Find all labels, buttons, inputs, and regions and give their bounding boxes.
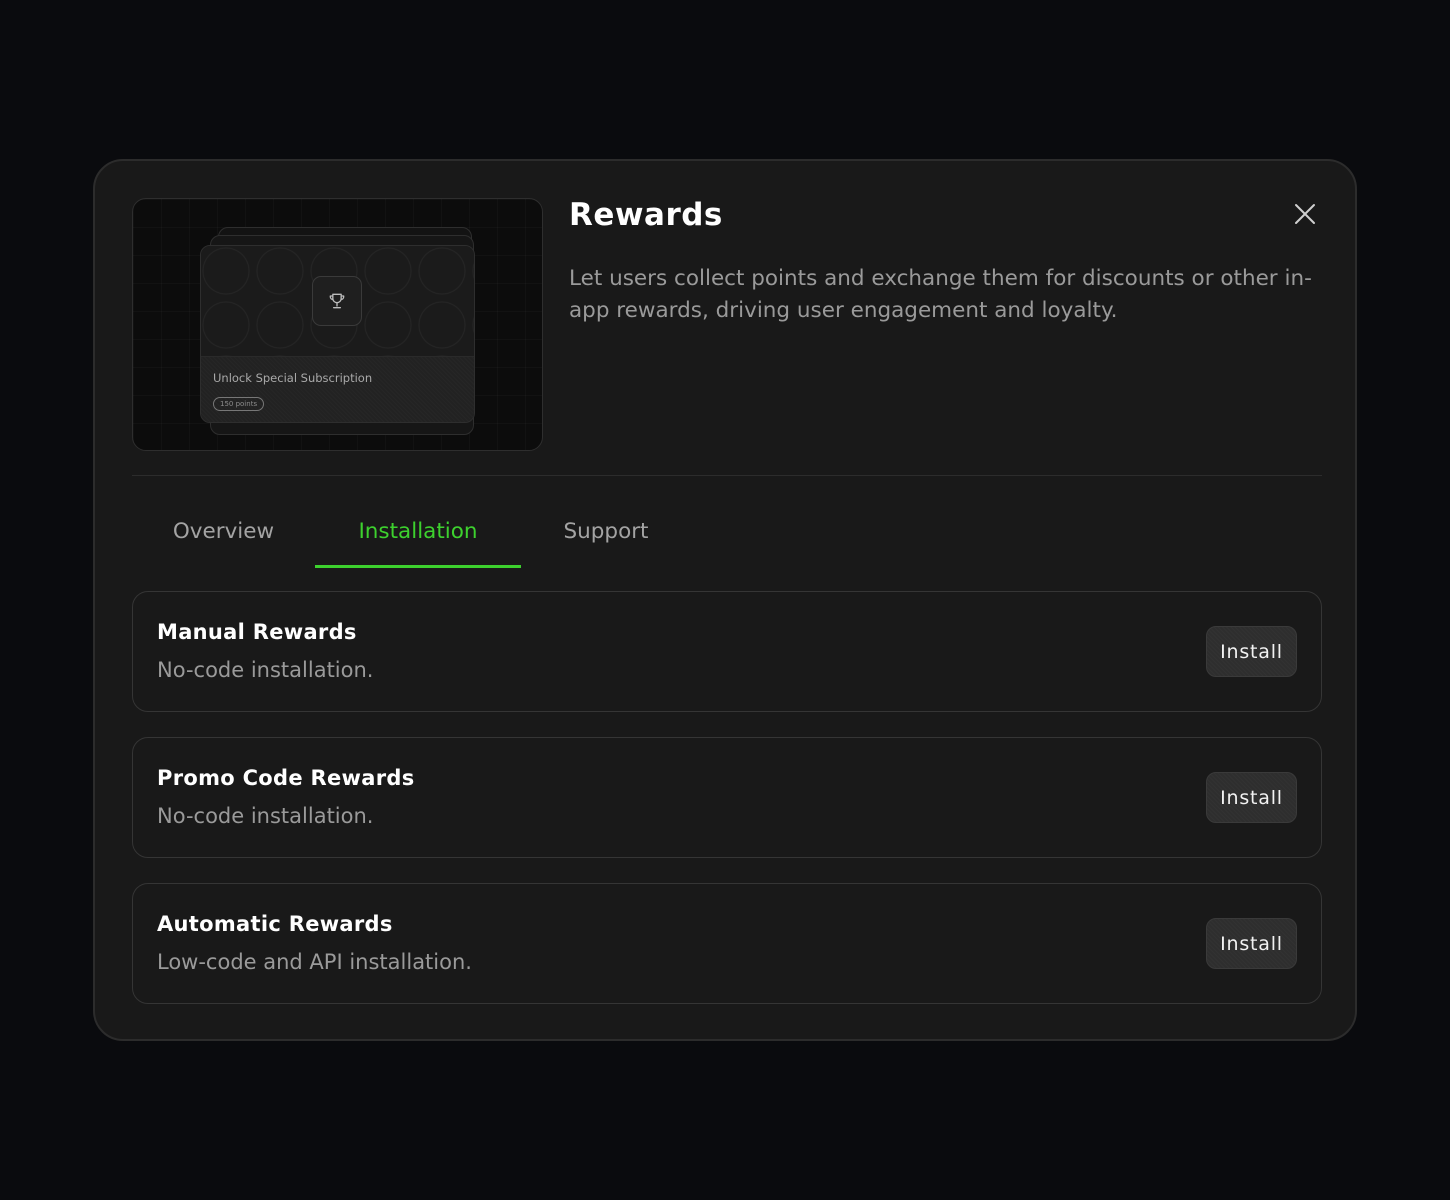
option-description: No-code installation. xyxy=(157,658,374,682)
tab-support[interactable]: Support xyxy=(521,496,691,567)
modal-description: Let users collect points and exchange th… xyxy=(569,266,1312,323)
card-points-badge: 150 points xyxy=(213,397,265,411)
tab-label: Installation xyxy=(358,519,478,544)
tab-installation[interactable]: Installation xyxy=(315,496,521,568)
modal-title: Rewards xyxy=(569,197,723,233)
header-divider xyxy=(132,475,1322,476)
rewards-modal: Unlock Special Subscription 150 points R… xyxy=(93,159,1357,1041)
tab-bar: Overview Installation Support xyxy=(132,496,691,568)
install-option-promo-code-rewards: Promo Code Rewards No-code installation.… xyxy=(132,737,1322,858)
trophy-icon-box xyxy=(312,276,362,326)
option-title: Promo Code Rewards xyxy=(157,766,415,790)
install-option-manual-rewards: Manual Rewards No-code installation. Ins… xyxy=(132,591,1322,712)
option-description: No-code installation. xyxy=(157,804,374,828)
preview-reward-card: Unlock Special Subscription 150 points xyxy=(200,245,475,423)
card-footer: Unlock Special Subscription 150 points xyxy=(201,356,474,422)
install-button[interactable]: Install xyxy=(1206,772,1297,823)
close-icon xyxy=(1295,204,1315,224)
tab-label: Support xyxy=(563,519,649,544)
install-button[interactable]: Install xyxy=(1206,626,1297,677)
card-title: Unlock Special Subscription xyxy=(213,371,373,385)
option-description: Low-code and API installation. xyxy=(157,950,472,974)
close-button[interactable] xyxy=(1292,201,1318,227)
install-option-automatic-rewards: Automatic Rewards Low-code and API insta… xyxy=(132,883,1322,1004)
tab-overview[interactable]: Overview xyxy=(132,496,315,567)
preview-image: Unlock Special Subscription 150 points xyxy=(132,198,543,451)
install-button[interactable]: Install xyxy=(1206,918,1297,969)
tab-label: Overview xyxy=(172,519,275,544)
option-title: Manual Rewards xyxy=(157,620,357,644)
option-title: Automatic Rewards xyxy=(157,912,393,936)
trophy-icon xyxy=(329,293,345,309)
